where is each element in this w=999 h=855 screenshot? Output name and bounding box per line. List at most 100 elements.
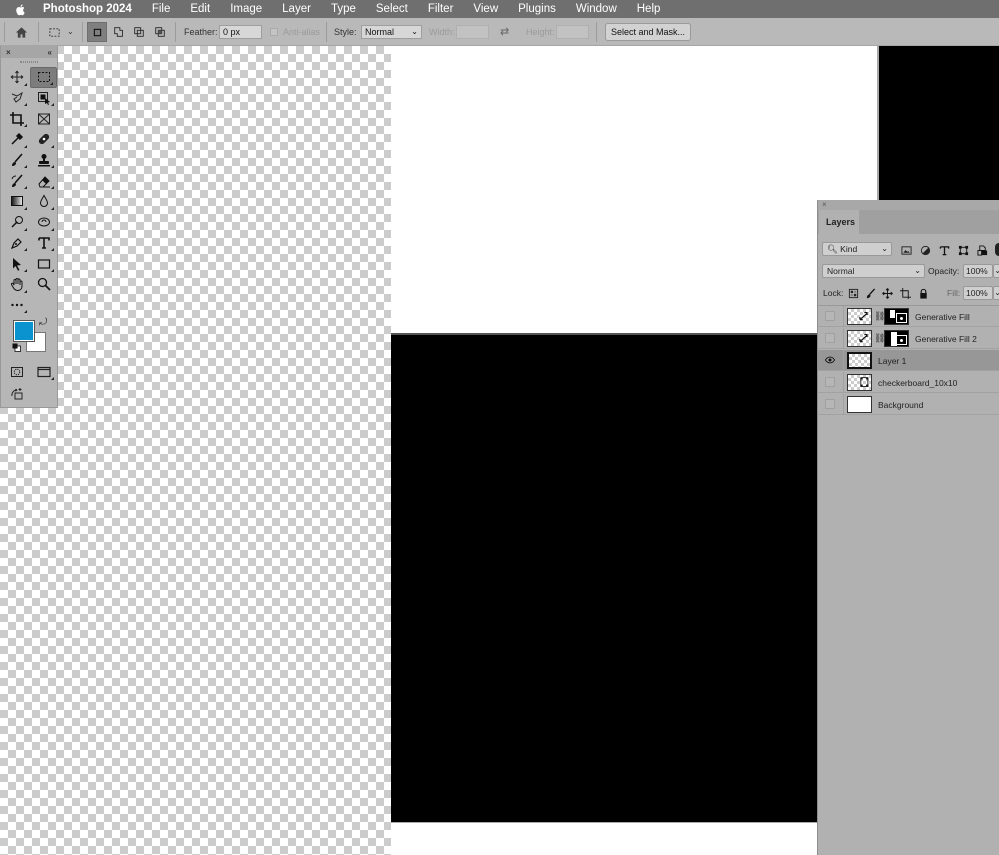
magnifier-icon: [37, 278, 51, 291]
quick-mask-button[interactable]: [3, 361, 30, 382]
filter-shape-button[interactable]: [957, 244, 969, 256]
hand-tool[interactable]: [3, 274, 30, 295]
anti-alias-checkbox[interactable]: [270, 28, 278, 36]
visibility-toggle[interactable]: [825, 355, 835, 365]
lock-position-button[interactable]: [881, 287, 893, 299]
filter-smart-object-button[interactable]: [976, 244, 988, 256]
smudge-tool[interactable]: [30, 212, 57, 233]
intersect-selection-icon: [155, 27, 165, 37]
layer-mask-thumbnail[interactable]: [884, 330, 909, 347]
rectangular-marquee-tool[interactable]: [30, 67, 57, 88]
type-tool[interactable]: [30, 233, 57, 254]
menu-help[interactable]: Help: [637, 3, 661, 15]
menu-filter[interactable]: Filter: [428, 3, 454, 15]
stamp-icon: [37, 154, 50, 167]
swap-colors-icon[interactable]: ⤾: [39, 317, 47, 328]
frame-tool[interactable]: [30, 108, 57, 129]
menu-edit[interactable]: Edit: [190, 3, 210, 15]
fill-input[interactable]: 100%: [963, 286, 993, 300]
opacity-input[interactable]: 100%: [963, 264, 993, 278]
add-to-selection-button[interactable]: [109, 22, 129, 42]
visibility-toggle[interactable]: [825, 333, 835, 343]
opacity-dropdown[interactable]: ⌄: [993, 264, 999, 278]
menu-window[interactable]: Window: [576, 3, 617, 15]
visibility-toggle[interactable]: [825, 399, 835, 409]
filter-pixel-button[interactable]: [900, 244, 912, 256]
filter-kind-dropdown[interactable]: 🔍︎ Kind ⌄: [822, 242, 892, 256]
menu-image[interactable]: Image: [230, 3, 262, 15]
crop-tool[interactable]: [3, 108, 30, 129]
layer-row-checkerboard[interactable]: checkerboard_10x10: [818, 372, 999, 393]
eyedropper-tool[interactable]: [3, 129, 30, 150]
apple-icon[interactable]: [14, 2, 28, 16]
pen-tool[interactable]: [3, 233, 30, 254]
lasso-tool[interactable]: [3, 88, 30, 109]
blur-tool[interactable]: [30, 191, 57, 212]
filter-kind-value: Kind: [840, 244, 858, 254]
close-icon[interactable]: ×: [6, 48, 11, 57]
select-and-mask-button[interactable]: Select and Mask...: [605, 23, 691, 41]
visibility-toggle[interactable]: [825, 377, 835, 387]
panel-grip[interactable]: [20, 61, 38, 63]
lock-artboard-button[interactable]: [899, 287, 911, 299]
path-selection-tool[interactable]: [3, 253, 30, 274]
move-tool[interactable]: [3, 67, 30, 88]
screen-mode-icon: [36, 366, 51, 377]
brush-tool[interactable]: [3, 150, 30, 171]
foreground-color-swatch[interactable]: [13, 320, 35, 343]
chevron-down-icon[interactable]: ⌄: [67, 27, 74, 36]
rectangle-tool[interactable]: [30, 253, 57, 274]
quick-mask-icon: [10, 366, 23, 377]
tab-layers[interactable]: Layers: [819, 210, 859, 234]
visibility-toggle[interactable]: [825, 311, 835, 321]
menu-view[interactable]: View: [473, 3, 498, 15]
tool-preset-picker[interactable]: [44, 22, 64, 42]
gradient-icon: [10, 196, 23, 207]
opacity-label: Opacity:: [928, 266, 960, 276]
lock-transparent-button[interactable]: [847, 287, 859, 299]
clone-stamp-tool[interactable]: [30, 150, 57, 171]
home-button[interactable]: [11, 22, 31, 42]
gradient-tool[interactable]: [3, 191, 30, 212]
filter-adjustment-button[interactable]: [919, 244, 931, 256]
layer-mask-thumbnail[interactable]: [884, 308, 909, 325]
filter-type-button[interactable]: [938, 244, 950, 256]
fill-dropdown[interactable]: ⌄: [993, 286, 999, 300]
app-name-menu[interactable]: Photoshop 2024: [43, 3, 132, 15]
spot-healing-tool[interactable]: [30, 129, 57, 150]
edit-toolbar-button[interactable]: [3, 295, 30, 316]
dodge-tool[interactable]: [3, 212, 30, 233]
subtract-from-selection-button[interactable]: [129, 22, 149, 42]
layer-row-background[interactable]: Background: [818, 394, 999, 415]
menu-layer[interactable]: Layer: [282, 3, 311, 15]
history-brush-tool[interactable]: [3, 170, 30, 191]
menu-file[interactable]: File: [152, 3, 171, 15]
filter-toggle-switch[interactable]: [995, 243, 999, 256]
width-input[interactable]: [456, 25, 489, 39]
height-input[interactable]: [556, 25, 589, 39]
divider: [326, 22, 327, 42]
default-colors-icon[interactable]: [12, 343, 21, 353]
feather-input[interactable]: 0 px: [219, 25, 262, 39]
lock-all-button[interactable]: [917, 287, 929, 299]
menu-type[interactable]: Type: [331, 3, 356, 15]
close-icon[interactable]: ×: [822, 200, 827, 209]
intersect-selection-button[interactable]: [150, 22, 170, 42]
eraser-tool[interactable]: [30, 170, 57, 191]
new-selection-button[interactable]: [87, 22, 107, 42]
object-selection-tool[interactable]: [30, 88, 57, 109]
layer-row-generative-fill-2[interactable]: ⛓︎ Generative Fill 2: [818, 328, 999, 349]
layer-row-generative-fill[interactable]: ⛓︎ Generative Fill: [818, 306, 999, 327]
zoom-tool[interactable]: [30, 274, 57, 295]
style-dropdown[interactable]: Normal ⌄: [361, 25, 422, 39]
menu-plugins[interactable]: Plugins: [518, 3, 556, 15]
blend-mode-dropdown[interactable]: Normal ⌄: [822, 264, 925, 278]
collapse-icon[interactable]: «: [48, 48, 52, 57]
layer-row-layer-1[interactable]: Layer 1: [818, 350, 999, 371]
rectangle-icon: [37, 258, 50, 269]
menu-select[interactable]: Select: [376, 3, 408, 15]
screen-mode-button[interactable]: [30, 361, 57, 382]
lock-pixels-button[interactable]: [864, 287, 876, 299]
swap-dimensions-icon[interactable]: ⇄: [500, 25, 509, 38]
artboard-switch-button[interactable]: [3, 386, 30, 403]
